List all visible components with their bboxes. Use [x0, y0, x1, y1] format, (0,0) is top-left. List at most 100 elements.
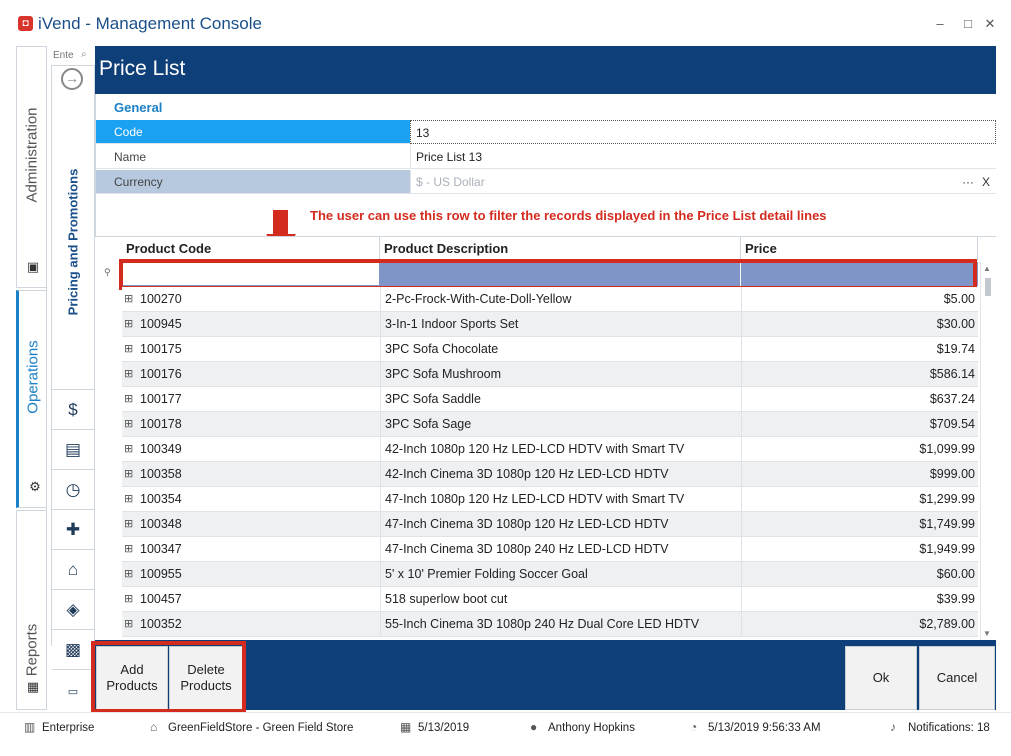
price-tag-user-icon[interactable]: $: [52, 390, 94, 430]
product-description-cell: 3PC Sofa Chocolate: [380, 337, 741, 362]
section-title-box[interactable]: Pricing and Promotions: [51, 94, 95, 390]
expand-row-icon[interactable]: ⊞: [124, 287, 136, 312]
product-description-cell: 5' x 10' Premier Folding Soccer Goal: [380, 562, 741, 587]
close-button[interactable]: ✕: [980, 14, 1000, 34]
gift-icon[interactable]: ✚: [52, 510, 94, 550]
add-products-button[interactable]: Add Products: [96, 646, 168, 710]
expand-row-icon[interactable]: ⊞: [124, 537, 136, 562]
code-field[interactable]: 13: [410, 120, 996, 144]
expand-row-icon[interactable]: ⊞: [124, 437, 136, 462]
delete-products-button[interactable]: Delete Products: [169, 646, 243, 710]
table-row[interactable]: ⊞ 100176 3PC Sofa Mushroom $586.14: [122, 362, 978, 387]
table-row[interactable]: ⊞ 100175 3PC Sofa Chocolate $19.74: [122, 337, 978, 362]
scroll-thumb[interactable]: [985, 278, 991, 296]
expand-row-icon[interactable]: ⊞: [124, 387, 136, 412]
table-row[interactable]: ⊞ 100945 3-In-1 Indoor Sports Set $30.00: [122, 312, 978, 337]
table-row[interactable]: ⊞ 100358 42-Inch Cinema 3D 1080p 120 Hz LE…: [122, 462, 978, 487]
column-header-code[interactable]: Product Code: [122, 237, 380, 261]
expand-row-icon[interactable]: ⊞: [124, 462, 136, 487]
name-field[interactable]: Price List 13: [410, 145, 996, 169]
status-date: ▦ 5/13/2019: [400, 720, 469, 734]
expand-row-icon[interactable]: ⊞: [124, 362, 136, 387]
product-description-cell: 3PC Sofa Sage: [380, 412, 741, 437]
expand-row-icon[interactable]: ⊞: [124, 612, 136, 637]
nav-search-input[interactable]: [53, 48, 79, 63]
product-code-cell: 100955: [140, 567, 182, 581]
expand-row-icon[interactable]: ⊞: [124, 412, 136, 437]
filter-code-input[interactable]: [122, 262, 380, 286]
table-row[interactable]: ⊞ 100349 42-Inch 1080p 120 Hz LED-LCD HDTV…: [122, 437, 978, 462]
filter-row: [122, 262, 978, 286]
currency-browse-button[interactable]: ···: [962, 170, 974, 194]
scroll-down-icon[interactable]: ▼: [983, 629, 991, 638]
expand-row-icon[interactable]: ⊞: [124, 487, 136, 512]
product-description-cell: 2-Pc-Frock-With-Cute-Doll-Yellow: [380, 287, 741, 312]
clock-icon[interactable]: ◷: [52, 470, 94, 510]
price-cell: $1,949.99: [741, 537, 978, 562]
expand-row-icon[interactable]: ⊞: [124, 337, 136, 362]
forward-arrow-icon[interactable]: →: [61, 68, 83, 90]
price-cell: $709.54: [741, 412, 978, 437]
expand-row-icon[interactable]: ⊞: [124, 587, 136, 612]
tab-operations-label: Operations: [24, 340, 41, 415]
grid-header: Product Code Product Description Price: [122, 237, 978, 261]
tag-icon[interactable]: ◈: [52, 590, 94, 630]
expand-row-icon[interactable]: ⊞: [124, 312, 136, 337]
report-icon: ▦: [26, 679, 40, 694]
status-datetime-label: 5/13/2019 9:56:33 AM: [708, 722, 821, 734]
product-description-cell: 47-Inch Cinema 3D 1080p 120 Hz LED-LCD H…: [380, 512, 741, 537]
cash-register-icon[interactable]: ▤: [52, 430, 94, 470]
minimize-button[interactable]: –: [930, 14, 950, 34]
cancel-button[interactable]: Cancel: [919, 646, 995, 710]
price-cell: $999.00: [741, 462, 978, 487]
store-icon[interactable]: ⌂: [52, 550, 94, 590]
price-cell: $39.99: [741, 587, 978, 612]
product-code-cell: 100348: [140, 517, 182, 531]
scroll-up-icon[interactable]: ▲: [983, 264, 991, 273]
expand-row-icon[interactable]: ⊞: [124, 562, 136, 587]
table-row[interactable]: ⊞ 100347 47-Inch Cinema 3D 1080p 240 Hz LE…: [122, 537, 978, 562]
table-row[interactable]: ⊞ 100354 47-Inch 1080p 120 Hz LED-LCD HDTV…: [122, 487, 978, 512]
product-code-cell: 100352: [140, 617, 182, 631]
table-row[interactable]: ⊞ 100352 55-Inch Cinema 3D 1080p 240 Hz Du…: [122, 612, 978, 637]
price-cell: $30.00: [741, 312, 978, 337]
tab-reports[interactable]: Reports ▦: [16, 510, 47, 710]
column-header-description[interactable]: Product Description: [380, 237, 741, 261]
code-label: Code: [96, 120, 410, 144]
name-label: Name: [96, 145, 410, 169]
tab-operations[interactable]: Operations ⚙: [16, 290, 47, 508]
gear-icon: ⚙: [29, 479, 41, 494]
product-code-cell: 100358: [140, 467, 182, 481]
calendar-icon: ▦: [400, 720, 412, 734]
currency-field[interactable]: $ - US Dollar ··· X: [410, 170, 996, 194]
table-row[interactable]: ⊞ 100270 2-Pc-Frock-With-Cute-Doll-Yellow $…: [122, 287, 978, 312]
filter-price-input[interactable]: [741, 262, 978, 286]
table-row[interactable]: ⊞ 100457 518 superlow boot cut $39.99: [122, 587, 978, 612]
gift-card-icon[interactable]: ▭: [52, 676, 94, 708]
store-icon: ⌂: [150, 720, 158, 734]
column-header-price[interactable]: Price: [741, 237, 978, 261]
coupon-icon[interactable]: ▩: [52, 630, 94, 670]
status-enterprise: ▥ Enterprise: [24, 720, 94, 734]
status-user-label: Anthony Hopkins: [548, 722, 635, 734]
price-cell: $1,299.99: [741, 487, 978, 512]
grid-scrollbar[interactable]: ▲ ▼: [980, 262, 994, 640]
product-code-cell: 100178: [140, 417, 182, 431]
expand-row-icon[interactable]: ⊞: [124, 512, 136, 537]
table-row[interactable]: ⊞ 100348 47-Inch Cinema 3D 1080p 120 Hz LE…: [122, 512, 978, 537]
price-cell: $19.74: [741, 337, 978, 362]
table-row[interactable]: ⊞ 100177 3PC Sofa Saddle $637.24: [122, 387, 978, 412]
table-row[interactable]: ⊞ 100955 5' x 10' Premier Folding Soccer G…: [122, 562, 978, 587]
table-row[interactable]: ⊞ 100178 3PC Sofa Sage $709.54: [122, 412, 978, 437]
currency-clear-button[interactable]: X: [982, 170, 990, 194]
filter-description-input[interactable]: [380, 262, 741, 286]
ok-button[interactable]: Ok: [845, 646, 917, 710]
maximize-button[interactable]: □: [958, 14, 978, 34]
search-icon[interactable]: ⌕: [81, 48, 93, 62]
tab-administration[interactable]: Administration ▣: [16, 46, 47, 288]
price-cell: $60.00: [741, 562, 978, 587]
status-notifications[interactable]: ♪ Notifications: 18: [890, 720, 990, 734]
price-cell: $1,099.99: [741, 437, 978, 462]
product-description-cell: 3-In-1 Indoor Sports Set: [380, 312, 741, 337]
price-cell: $1,749.99: [741, 512, 978, 537]
